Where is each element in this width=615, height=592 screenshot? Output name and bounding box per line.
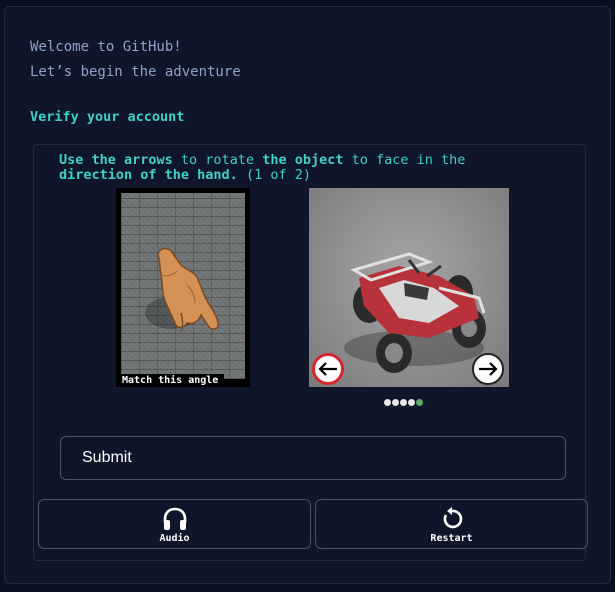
reference-image: Match this angle — [116, 188, 250, 387]
welcome-block: Welcome to GitHub! Let’s begin the adven… — [30, 35, 241, 85]
headphones-icon — [163, 507, 186, 530]
progress-dot — [408, 399, 415, 406]
challenge-instruction: Use the arrows to rotate the object to f… — [59, 153, 529, 183]
instruction-part: direction of the hand. — [59, 167, 238, 183]
instruction-part: the object — [262, 152, 344, 168]
progress-dots — [384, 393, 424, 406]
rotate-right-button[interactable] — [472, 353, 504, 385]
instruction-part: to face in the — [343, 152, 466, 168]
submit-button[interactable]: Submit — [60, 436, 566, 480]
captcha-frame: Welcome to GitHub! Let’s begin the adven… — [4, 6, 611, 584]
rotate-left-button[interactable] — [312, 353, 344, 385]
audio-label: Audio — [159, 533, 190, 544]
progress-dot — [400, 399, 407, 406]
verify-heading: Verify your account — [30, 109, 185, 125]
progress-dot — [384, 399, 391, 406]
challenge-panel: Use the arrows to rotate the object to f… — [33, 144, 588, 561]
reference-background — [121, 193, 245, 379]
reference-label: Match this angle — [116, 374, 225, 387]
instruction-part: to rotate — [172, 152, 263, 168]
restart-button[interactable]: Restart — [315, 499, 588, 549]
restart-label: Restart — [430, 533, 473, 544]
audio-button[interactable]: Audio — [38, 499, 311, 549]
welcome-title: Welcome to GitHub! — [30, 39, 182, 55]
instruction-part: Use the arrows — [59, 152, 173, 168]
progress-dot — [392, 399, 399, 406]
restart-icon — [443, 507, 462, 529]
object-image — [309, 188, 509, 387]
welcome-subtitle: Let’s begin the adventure — [30, 64, 241, 80]
hand-pointing-icon — [145, 247, 219, 332]
arrow-right-icon — [479, 362, 498, 376]
instruction-part: (1 of 2) — [237, 167, 311, 183]
arrow-left-icon — [318, 362, 337, 376]
progress-dot — [416, 399, 423, 406]
